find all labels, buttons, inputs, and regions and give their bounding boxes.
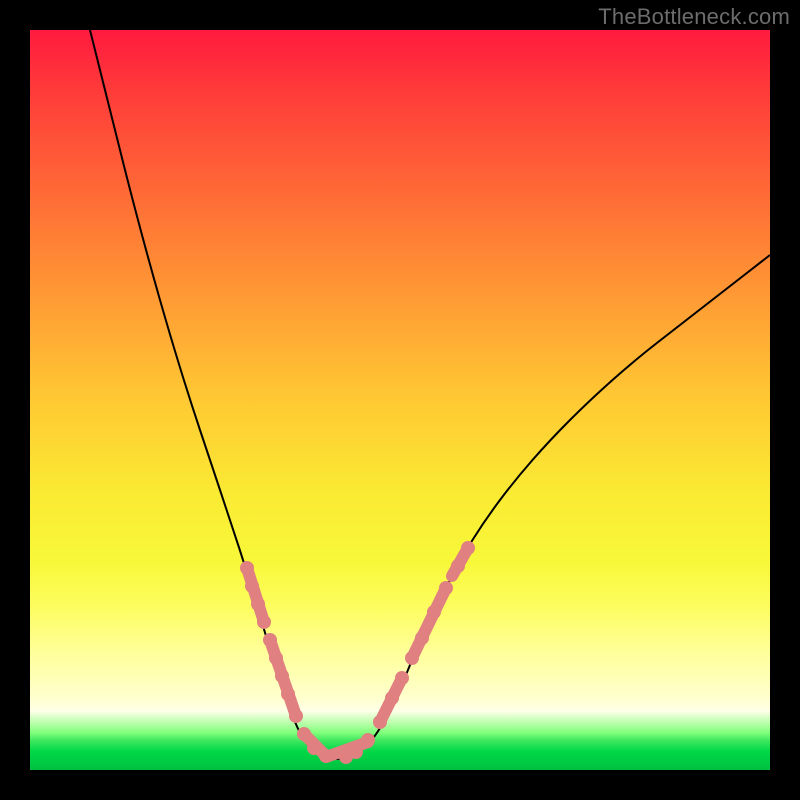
bead-marker bbox=[289, 709, 303, 723]
bead-markers bbox=[240, 541, 475, 764]
bead-marker bbox=[439, 581, 453, 595]
bead-marker bbox=[281, 687, 295, 701]
bead-marker bbox=[395, 671, 409, 685]
bead-marker bbox=[405, 651, 419, 665]
bead-segment bbox=[412, 588, 446, 658]
bottleneck-curve bbox=[90, 30, 770, 759]
chart-frame bbox=[30, 30, 770, 770]
bead-marker bbox=[373, 715, 387, 729]
bead-marker bbox=[245, 579, 259, 593]
bead-marker bbox=[415, 631, 429, 645]
bead-marker bbox=[461, 541, 475, 555]
bead-segment bbox=[247, 568, 264, 622]
bead-marker bbox=[263, 633, 277, 647]
bead-marker bbox=[385, 691, 399, 705]
bead-marker bbox=[257, 615, 271, 629]
chart-svg bbox=[30, 30, 770, 770]
bead-marker bbox=[240, 561, 254, 575]
bead-marker bbox=[251, 597, 265, 611]
bead-marker bbox=[319, 749, 333, 763]
bead-marker bbox=[275, 669, 289, 683]
bead-marker bbox=[427, 605, 441, 619]
bead-marker bbox=[269, 651, 283, 665]
watermark-text: TheBottleneck.com bbox=[598, 4, 790, 30]
bead-marker bbox=[307, 741, 321, 755]
bead-marker bbox=[349, 745, 363, 759]
bead-marker bbox=[297, 727, 311, 741]
bead-marker bbox=[361, 733, 375, 747]
bead-marker bbox=[451, 559, 465, 573]
